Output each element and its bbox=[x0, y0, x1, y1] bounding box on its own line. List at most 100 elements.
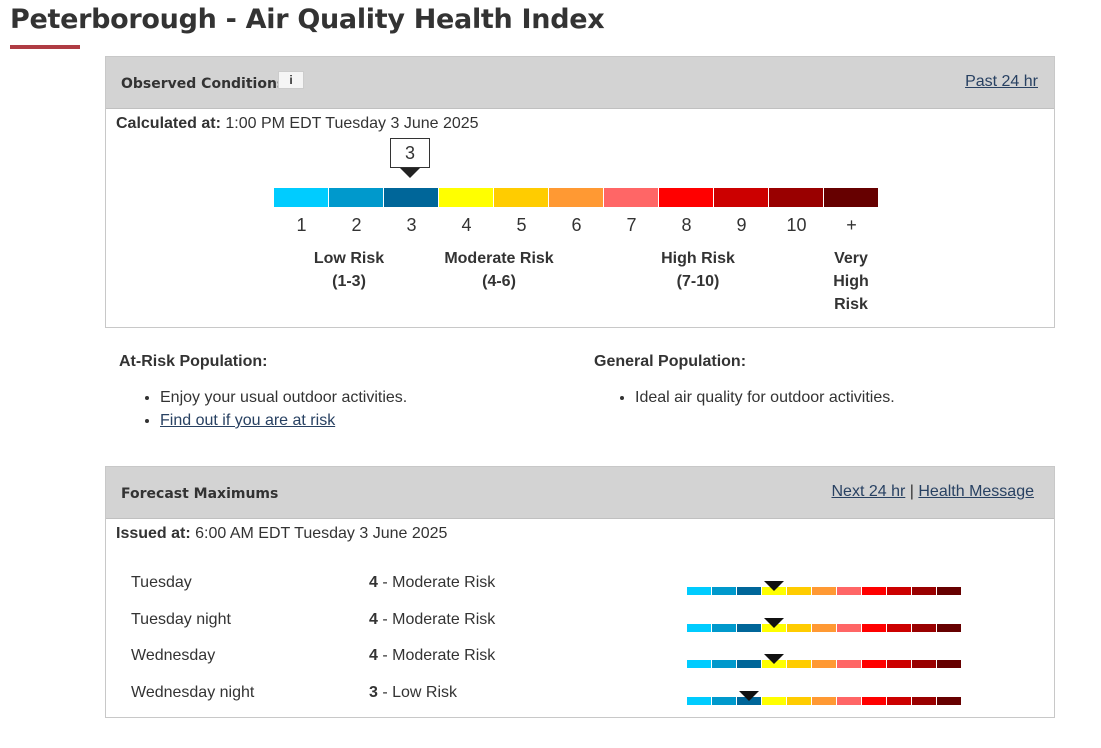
health-message-link[interactable]: Health Message bbox=[918, 483, 1034, 500]
risk-high-label: High Risk (7-10) bbox=[648, 247, 748, 293]
aqhi-scale-segment bbox=[659, 188, 714, 207]
forecast-scale-segment bbox=[812, 697, 837, 705]
forecast-scale-segment bbox=[737, 624, 762, 632]
past-24hr-link[interactable]: Past 24 hr bbox=[965, 73, 1038, 90]
forecast-scale-segment bbox=[787, 587, 812, 595]
at-risk-list: Enjoy your usual outdoor activities. Fin… bbox=[145, 386, 407, 432]
forecast-scale-segment bbox=[712, 697, 737, 705]
find-out-at-risk-link[interactable]: Find out if you are at risk bbox=[160, 412, 335, 429]
forecast-index: 3 bbox=[369, 684, 378, 701]
forecast-panel: Forecast Maximums Next 24 hr | Health Me… bbox=[105, 466, 1055, 718]
aqhi-scale-number: 9 bbox=[736, 215, 747, 235]
forecast-scale-segment bbox=[787, 697, 812, 705]
aqhi-scale-segment bbox=[714, 188, 769, 207]
forecast-risk: - Low Risk bbox=[377, 684, 458, 701]
calculated-at-label: Calculated at: bbox=[116, 115, 221, 132]
forecast-scale-segment bbox=[687, 624, 712, 632]
forecast-scale-segment bbox=[812, 624, 837, 632]
aqhi-scale-number: 2 bbox=[351, 215, 362, 235]
risk-moderate-name: Moderate Risk bbox=[444, 250, 554, 267]
forecast-risk: - Moderate Risk bbox=[377, 574, 496, 591]
forecast-scale-bar bbox=[687, 691, 962, 705]
forecast-scale-segment bbox=[712, 660, 737, 668]
observed-panel-header: Observed Conditions i Past 24 hr bbox=[106, 57, 1054, 109]
forecast-scale-segment bbox=[937, 587, 962, 595]
aqhi-scale-numbers: 1 2 3 4 5 6 7 8 9 10 + bbox=[274, 215, 879, 236]
forecast-header-links: Next 24 hr | Health Message bbox=[832, 483, 1035, 501]
aqhi-scale-segment bbox=[329, 188, 384, 207]
forecast-scale-segment bbox=[887, 587, 912, 595]
at-risk-heading: At-Risk Population: bbox=[119, 353, 268, 370]
forecast-scale-segment bbox=[937, 660, 962, 668]
issued-at-label: Issued at: bbox=[116, 525, 191, 542]
page-title: Peterborough - Air Quality Health Index bbox=[10, 4, 605, 35]
at-risk-item: Enjoy your usual outdoor activities. bbox=[160, 386, 407, 409]
observed-header-links: Past 24 hr bbox=[965, 73, 1038, 91]
risk-low-range: (1-3) bbox=[332, 273, 366, 290]
aqhi-scale-number: 10 bbox=[786, 215, 807, 235]
forecast-scale-segment bbox=[837, 660, 862, 668]
forecast-heading: Forecast Maximums bbox=[121, 486, 279, 502]
forecast-risk: - Moderate Risk bbox=[377, 647, 496, 664]
forecast-scale-segment bbox=[712, 624, 737, 632]
aqhi-scale-segment bbox=[494, 188, 549, 207]
at-risk-link-item: Find out if you are at risk bbox=[160, 409, 407, 432]
forecast-scale-segment bbox=[737, 660, 762, 668]
aqhi-scale-number: + bbox=[846, 215, 857, 235]
observed-heading: Observed Conditions bbox=[121, 76, 286, 92]
forecast-scale-segment bbox=[687, 587, 712, 595]
forecast-pointer-icon bbox=[764, 581, 784, 591]
issued-at: Issued at: 6:00 AM EDT Tuesday 3 June 20… bbox=[116, 525, 447, 543]
forecast-scale-segment bbox=[762, 697, 787, 705]
forecast-scale-segment bbox=[812, 587, 837, 595]
forecast-scale-segment bbox=[837, 587, 862, 595]
forecast-period: Tuesday bbox=[131, 574, 192, 591]
aqhi-scale-number: 4 bbox=[461, 215, 472, 235]
forecast-risk: - Moderate Risk bbox=[377, 611, 496, 628]
forecast-value: 3 - Low Risk bbox=[369, 684, 457, 702]
forecast-scale-segment bbox=[912, 660, 937, 668]
forecast-scale-segment bbox=[787, 660, 812, 668]
aqhi-scale-number: 6 bbox=[571, 215, 582, 235]
forecast-scale-segment bbox=[887, 660, 912, 668]
forecast-scale-segment bbox=[787, 624, 812, 632]
risk-moderate-range: (4-6) bbox=[482, 273, 516, 290]
forecast-index: 4 bbox=[369, 647, 378, 664]
forecast-row: Wednesday night 3 - Low Risk bbox=[106, 684, 1054, 708]
forecast-scale-bar bbox=[687, 654, 962, 668]
forecast-value: 4 - Moderate Risk bbox=[369, 611, 495, 629]
risk-high-range: (7-10) bbox=[676, 273, 720, 290]
forecast-pointer-icon bbox=[764, 654, 784, 664]
forecast-period: Wednesday bbox=[131, 647, 216, 664]
forecast-scale-segment bbox=[912, 587, 937, 595]
forecast-scale-segment bbox=[937, 697, 962, 705]
forecast-value: 4 - Moderate Risk bbox=[369, 574, 495, 592]
title-underline bbox=[10, 45, 80, 49]
aqhi-scale-bar bbox=[274, 188, 879, 207]
forecast-index: 4 bbox=[369, 611, 378, 628]
forecast-row: Tuesday 4 - Moderate Risk bbox=[106, 574, 1054, 598]
forecast-panel-header: Forecast Maximums Next 24 hr | Health Me… bbox=[106, 467, 1054, 519]
forecast-scale-segment bbox=[737, 587, 762, 595]
forecast-period: Tuesday night bbox=[131, 611, 231, 628]
forecast-scale-segment bbox=[687, 697, 712, 705]
forecast-scale-segment bbox=[812, 660, 837, 668]
aqhi-scale-number: 8 bbox=[681, 215, 692, 235]
aqhi-scale-segment bbox=[384, 188, 439, 207]
forecast-scale-segment bbox=[862, 660, 887, 668]
risk-low-name: Low Risk bbox=[313, 250, 385, 267]
issued-at-value: 6:00 AM EDT Tuesday 3 June 2025 bbox=[195, 525, 448, 542]
aqhi-scale-segment bbox=[824, 188, 879, 207]
forecast-row: Wednesday 4 - Moderate Risk bbox=[106, 647, 1054, 671]
forecast-scale-segment bbox=[862, 624, 887, 632]
risk-low-label: Low Risk (1-3) bbox=[304, 247, 394, 293]
general-item: Ideal air quality for outdoor activities… bbox=[635, 386, 895, 409]
forecast-pointer-icon bbox=[739, 691, 759, 701]
aqhi-scale-segment bbox=[274, 188, 329, 207]
forecast-pointer-icon bbox=[764, 618, 784, 628]
forecast-value: 4 - Moderate Risk bbox=[369, 647, 495, 665]
forecast-scale-bar bbox=[687, 581, 962, 595]
forecast-scale-segment bbox=[837, 624, 862, 632]
next-24hr-link[interactable]: Next 24 hr bbox=[832, 483, 906, 500]
info-tooltip-button[interactable]: i bbox=[278, 71, 304, 89]
